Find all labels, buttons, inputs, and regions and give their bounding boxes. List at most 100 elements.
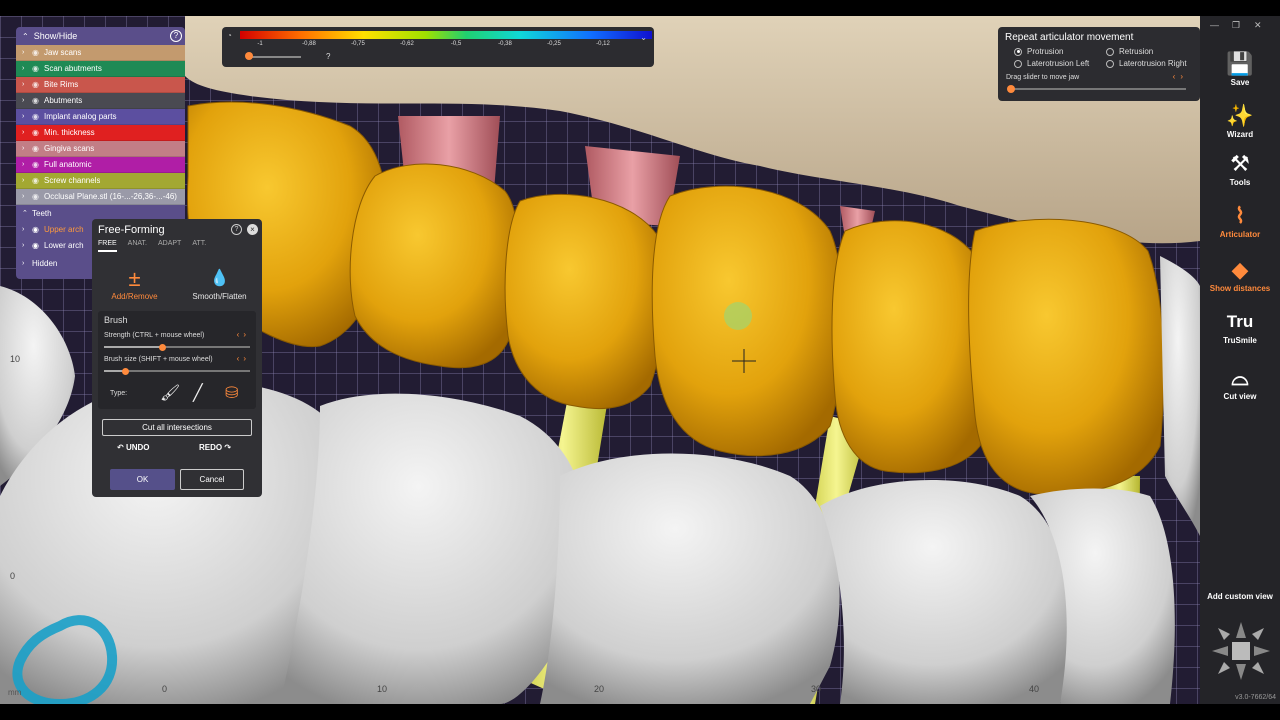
color-scale-help[interactable]: ? [326, 52, 330, 61]
slider-step-arrows[interactable]: ‹› [1173, 72, 1188, 81]
help-icon[interactable]: ? [170, 30, 182, 42]
hidden-group-label: Hidden [32, 258, 58, 268]
layer-label: Gingiva scans [44, 144, 95, 153]
color-scale-slider-track[interactable] [246, 56, 301, 58]
tab-free[interactable]: FREE [98, 240, 117, 252]
tab-att[interactable]: ATT. [192, 240, 206, 252]
brush-type-brush-icon[interactable]: ╱ [193, 383, 203, 403]
brush-size-slider[interactable] [104, 367, 250, 375]
tools-button[interactable]: ⚒ Tools [1200, 150, 1280, 187]
layer-row[interactable]: › ◉ Abutments [16, 93, 185, 109]
layer-row[interactable]: › ◉ Jaw scans [16, 45, 185, 61]
ruler-unit-label: mm [8, 688, 22, 697]
eye-icon[interactable]: ◉ [32, 128, 44, 137]
add-custom-view-button[interactable]: Add custom view [1200, 592, 1280, 601]
eye-icon[interactable]: ◉ [32, 96, 44, 105]
undo-button[interactable]: ↶ UNDO [117, 443, 150, 452]
wizard-button[interactable]: ✨ Wizard [1200, 102, 1280, 139]
chevron-right-icon: › [22, 81, 25, 88]
show-hide-header[interactable]: ⌃ Show/Hide [16, 27, 185, 45]
layer-row[interactable]: › ◉ Implant analog parts [16, 109, 185, 125]
show-distances-button[interactable]: ◆ Show distances [1200, 256, 1280, 293]
strength-slider[interactable] [104, 343, 250, 351]
cut-view-button[interactable]: ⌓ Cut view [1200, 364, 1280, 401]
chevron-right-icon: › [22, 241, 25, 249]
radio-laterotrusion-right[interactable]: Laterotrusion Right [1106, 59, 1187, 68]
cut-intersections-button[interactable]: Cut all intersections [102, 419, 252, 436]
eye-icon[interactable]: ◉ [32, 112, 44, 121]
layer-label: Occlusal Plane.stl (16-...-26,36-...-46) [44, 192, 177, 201]
restore-icon[interactable]: ❐ [1232, 20, 1240, 31]
radio-dot[interactable] [1106, 47, 1114, 56]
eye-icon[interactable]: ◉ [32, 64, 44, 73]
version-label: v3.0-7662/64 [1235, 694, 1276, 701]
eye-icon[interactable]: ◉ [32, 176, 44, 185]
minimize-icon[interactable]: — [1210, 20, 1219, 30]
toolbar-label: Cut view [1223, 392, 1257, 401]
radio-dot[interactable] [1014, 47, 1022, 56]
layer-row[interactable]: › ◉ Full anatomic [16, 157, 185, 173]
brush-type-cylinder-icon[interactable]: ⛁ [225, 383, 238, 403]
radio-laterotrusion-left[interactable]: Laterotrusion Left [1014, 59, 1089, 68]
ruler-bottom-label: 0 [162, 684, 168, 694]
ok-button[interactable]: OK [110, 469, 175, 490]
toolbar-label: Save [1230, 78, 1250, 87]
redo-button[interactable]: REDO ↷ [199, 443, 231, 452]
jaw-slider-knob[interactable] [1007, 85, 1015, 93]
eye-icon[interactable]: ◉ [32, 160, 44, 169]
eye-icon[interactable]: ◉ [32, 192, 44, 201]
layer-row[interactable]: › ◉ Scan abutments [16, 61, 185, 77]
close-icon[interactable]: × [247, 224, 258, 235]
layer-row[interactable]: › ◉ Min. thickness [16, 125, 185, 141]
chevron-down-icon[interactable]: ⌄ [640, 33, 647, 42]
brush-size-slider-knob[interactable] [122, 367, 130, 375]
layer-row[interactable]: › ◉ Screw channels [16, 173, 185, 189]
articulator-button[interactable]: ⌇ Articulator [1200, 202, 1280, 239]
trusmile-button[interactable]: Tru TruSmile [1200, 308, 1280, 345]
radio-retrusion[interactable]: Retrusion [1106, 47, 1153, 56]
color-scale-tick: -0,5 [450, 41, 462, 47]
brush-type-smudge-icon[interactable]: 🖌 [160, 383, 180, 403]
crown [504, 193, 667, 410]
strength-slider-knob[interactable] [158, 343, 166, 351]
chevron-right-icon: › [22, 129, 25, 136]
tab-anat[interactable]: ANAT. [128, 240, 147, 252]
layer-label: Jaw scans [44, 48, 82, 57]
save-button[interactable]: 💾 Save [1200, 50, 1280, 87]
layer-list: › ◉ Jaw scans › ◉ Scan abutments › ◉ Bite Rims › ◉… [16, 45, 185, 205]
chevron-right-icon: › [22, 113, 25, 120]
tab-adapt[interactable]: ADAPT [158, 240, 181, 252]
layer-row[interactable]: › ◉ Occlusal Plane.stl (16-...-26,36-...-4… [16, 189, 185, 205]
color-scale-tick: -1 [257, 41, 263, 47]
radio-dot[interactable] [1106, 59, 1114, 68]
wizard-icon: ✨ [1226, 103, 1254, 128]
radio-protrusion[interactable]: Protrusion [1014, 47, 1063, 56]
color-scale-tick: -0,88 [302, 41, 316, 47]
eye-icon[interactable]: ◉ [32, 225, 44, 234]
gauge-icon[interactable]: ◔ [227, 31, 232, 40]
color-scale-tick: -0,75 [351, 41, 365, 47]
toolbar-label: Wizard [1226, 130, 1254, 139]
view-navigation-cube-icon[interactable] [1210, 620, 1272, 682]
radio-dot[interactable] [1014, 59, 1022, 68]
cancel-button[interactable]: Cancel [180, 469, 244, 490]
layer-row[interactable]: › ◉ Bite Rims [16, 77, 185, 93]
close-window-icon[interactable]: ✕ [1254, 20, 1262, 31]
jaw-slider-track[interactable] [1010, 88, 1186, 90]
slider-step-arrows[interactable]: ‹› [237, 330, 250, 339]
eye-icon[interactable]: ◉ [32, 241, 44, 250]
eye-icon[interactable]: ◉ [32, 144, 44, 153]
free-forming-tabs: FREE ANAT. ADAPT ATT. [98, 240, 217, 252]
slider-step-arrows[interactable]: ‹› [237, 354, 250, 363]
help-icon[interactable]: ? [231, 224, 242, 235]
smooth-flatten-tool[interactable]: 💧 Smooth/Flatten [177, 255, 262, 311]
layer-label: Full anatomic [44, 160, 92, 169]
toolbar-label: Show distances [1209, 284, 1271, 293]
chevron-right-icon: › [22, 65, 25, 72]
color-scale-slider-knob[interactable] [244, 52, 253, 60]
eye-icon[interactable]: ◉ [32, 48, 44, 57]
eye-icon[interactable]: ◉ [32, 80, 44, 89]
add-remove-tool[interactable]: ± Add/Remove [92, 255, 177, 311]
layer-row[interactable]: › ◉ Gingiva scans [16, 141, 185, 157]
redo-label: REDO [199, 443, 223, 452]
